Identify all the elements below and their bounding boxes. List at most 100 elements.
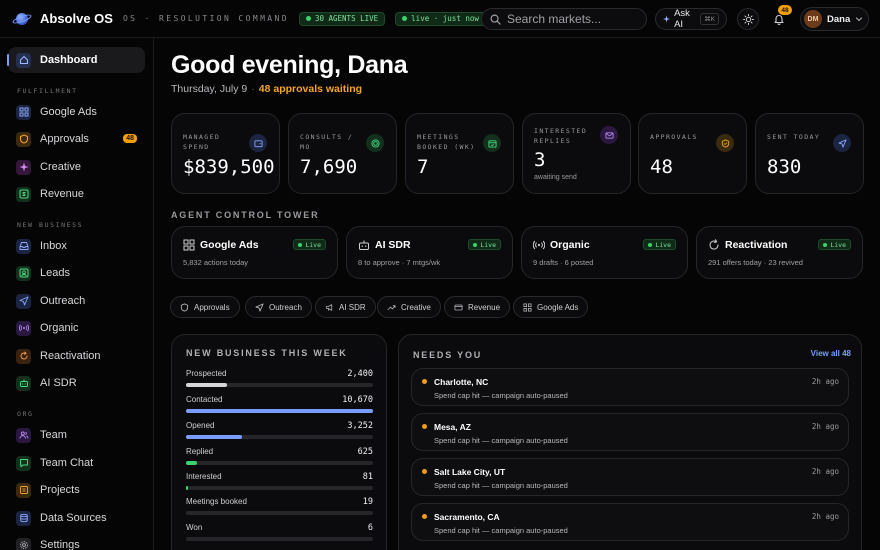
funnel-row: Opened 3,252 — [186, 421, 374, 445]
chip-ai-sdr[interactable]: AI SDR — [315, 296, 376, 318]
kpi-card-approvals[interactable]: APPROVALS 48 — [638, 113, 747, 194]
ask-ai-shortcut: ⌘K — [700, 13, 719, 25]
sidebar-item-ai-sdr[interactable]: AI SDR — [8, 370, 145, 396]
refresh-icon — [709, 239, 719, 250]
search-input[interactable] — [507, 12, 637, 26]
brand-name[interactable]: Absolve OS — [40, 11, 113, 26]
live-status-badge: live · just now — [395, 11, 486, 26]
kpi-value: 830 — [767, 156, 802, 178]
grid-icon — [16, 104, 31, 120]
kpi-label: MEETINGS BOOKED (WK) — [417, 133, 476, 151]
chevron-down-icon — [856, 17, 863, 22]
kpi-card-managed-spend[interactable]: MANAGED SPEND $839,500 — [171, 113, 280, 194]
sidebar-item-projects[interactable]: Projects — [8, 477, 145, 503]
sidebar-item-creative[interactable]: Creative — [8, 154, 145, 180]
theme-toggle-button[interactable] — [737, 8, 759, 30]
sidebar-item-leads[interactable]: Leads — [8, 260, 145, 286]
user-menu[interactable]: DM Dana — [800, 7, 869, 31]
grid-icon — [523, 302, 532, 312]
sidebar-item-settings[interactable]: Settings — [8, 532, 145, 550]
sparkle-icon — [663, 15, 671, 23]
chip-creative[interactable]: Creative — [377, 296, 441, 318]
agent-card-google-ads[interactable]: Google Ads Live 5,832 actions today — [171, 226, 338, 279]
kpi-card-sent-today[interactable]: SENT TODAY 830 — [755, 113, 864, 194]
needs-you-panel: NEEDS YOU View all 48 Charlotte, NC Spen… — [398, 334, 862, 550]
sidebar-item-data-sources[interactable]: Data Sources — [8, 505, 145, 531]
notifications-button[interactable]: 48 — [768, 5, 792, 30]
kpi-card-consults[interactable]: CONSULTS / MO 7,690 — [288, 113, 397, 194]
sidebar-item-label: Leads — [40, 267, 70, 279]
mail-icon — [600, 126, 618, 144]
current-date: Thursday, July 9 — [171, 83, 248, 95]
send-icon — [16, 293, 31, 309]
live-dot-icon — [402, 16, 408, 21]
dollar-icon — [16, 186, 31, 202]
funnel-bar-track — [186, 461, 373, 465]
gear-icon — [16, 537, 31, 550]
chip-approvals[interactable]: Approvals — [170, 296, 240, 318]
agent-status-badge: Live — [643, 239, 676, 250]
approvals-count-badge: 48 — [123, 134, 137, 143]
sidebar-item-revenue[interactable]: Revenue — [8, 181, 145, 207]
chip-google-ads[interactable]: Google Ads — [513, 296, 589, 318]
ask-ai-button[interactable]: Ask AI ⌘K — [655, 8, 727, 30]
agent-description: 291 offers today · 23 revived — [708, 258, 803, 267]
logo-icon[interactable] — [11, 9, 33, 29]
agent-card-organic[interactable]: Organic Live 9 drafts · 6 posted — [521, 226, 688, 279]
chip-label: Google Ads — [537, 302, 579, 312]
sidebar-section-org: ORG — [17, 410, 34, 418]
chip-outreach[interactable]: Outreach — [245, 296, 312, 318]
funnel-stage-value: 10,670 — [342, 395, 373, 405]
needs-item-city: Charlotte, NC — [434, 377, 489, 387]
chat-icon — [16, 455, 31, 471]
sidebar-item-team[interactable]: Team — [8, 422, 145, 448]
funnel-bar-fill — [186, 409, 373, 413]
sidebar-item-organic[interactable]: Organic — [8, 315, 145, 341]
chip-label: Outreach — [269, 302, 302, 312]
sidebar-item-label: Organic — [40, 322, 79, 334]
kpi-card-meetings-booked[interactable]: MEETINGS BOOKED (WK) 7 — [405, 113, 514, 194]
sparkle-icon — [16, 159, 31, 175]
funnel-bar-fill — [186, 461, 198, 465]
agent-name: Google Ads — [200, 239, 259, 251]
shield-icon — [180, 302, 189, 312]
needs-item-city: Sacramento, CA — [434, 512, 500, 522]
agents-live-badge[interactable]: 30 AGENTS LIVE — [298, 11, 386, 26]
kpi-label: APPROVALS — [650, 133, 698, 141]
sidebar-item-label: Dashboard — [40, 54, 98, 66]
needs-item[interactable]: Sacramento, CA Spend cap hit — campaign … — [411, 503, 849, 541]
sidebar-item-dashboard[interactable]: Dashboard — [7, 47, 145, 73]
kpi-card-interested-replies[interactable]: INTERESTED REPLIES 3 awaiting send — [522, 113, 631, 194]
funnel-bar-fill — [186, 383, 228, 387]
kpi-label: INTERESTED REPLIES — [534, 127, 588, 145]
funnel-bar-track — [186, 486, 373, 490]
view-all-link[interactable]: View all 48 — [811, 349, 851, 358]
chip-revenue[interactable]: Revenue — [444, 296, 511, 318]
sun-icon — [742, 13, 754, 25]
needs-item-description: Spend cap hit — campaign auto-paused — [434, 481, 568, 490]
kpi-value: 3 — [534, 149, 546, 171]
sidebar-item-approvals[interactable]: Approvals 48 — [8, 126, 145, 152]
agent-card-ai-sdr[interactable]: AI SDR Live 8 to approve · 7 mtgs/wk — [346, 226, 513, 279]
sidebar-item-reactivation[interactable]: Reactivation — [8, 343, 145, 369]
funnel-stage-value: 3,252 — [347, 421, 373, 431]
sidebar-item-label: Approvals — [40, 133, 89, 145]
calendar-icon — [483, 134, 501, 152]
funnel-stage-label: Opened — [186, 421, 215, 430]
agent-card-reactivation[interactable]: Reactivation Live 291 offers today · 23 … — [696, 226, 863, 279]
search-bar[interactable] — [481, 8, 647, 30]
needs-item[interactable]: Salt Lake City, UT Spend cap hit — campa… — [411, 458, 849, 496]
agent-control-tower-title: AGENT CONTROL TOWER — [171, 210, 320, 220]
approvals-waiting-link[interactable]: 48 approvals waiting — [259, 83, 362, 95]
sidebar-item-team-chat[interactable]: Team Chat — [8, 450, 145, 476]
funnel-row: Prospected 2,400 — [186, 369, 374, 393]
sidebar-item-inbox[interactable]: Inbox — [8, 233, 145, 259]
agent-description: 9 drafts · 6 posted — [533, 258, 594, 267]
needs-item[interactable]: Mesa, AZ Spend cap hit — campaign auto-p… — [411, 413, 849, 451]
sidebar-item-outreach[interactable]: Outreach — [8, 288, 145, 314]
needs-item[interactable]: Charlotte, NC Spend cap hit — campaign a… — [411, 368, 849, 406]
sidebar-item-google-ads[interactable]: Google Ads — [8, 99, 145, 125]
funnel-stage-value: 6 — [367, 523, 373, 533]
funnel-bar-track — [186, 383, 373, 387]
funnel-stage-label: Prospected — [186, 369, 227, 378]
